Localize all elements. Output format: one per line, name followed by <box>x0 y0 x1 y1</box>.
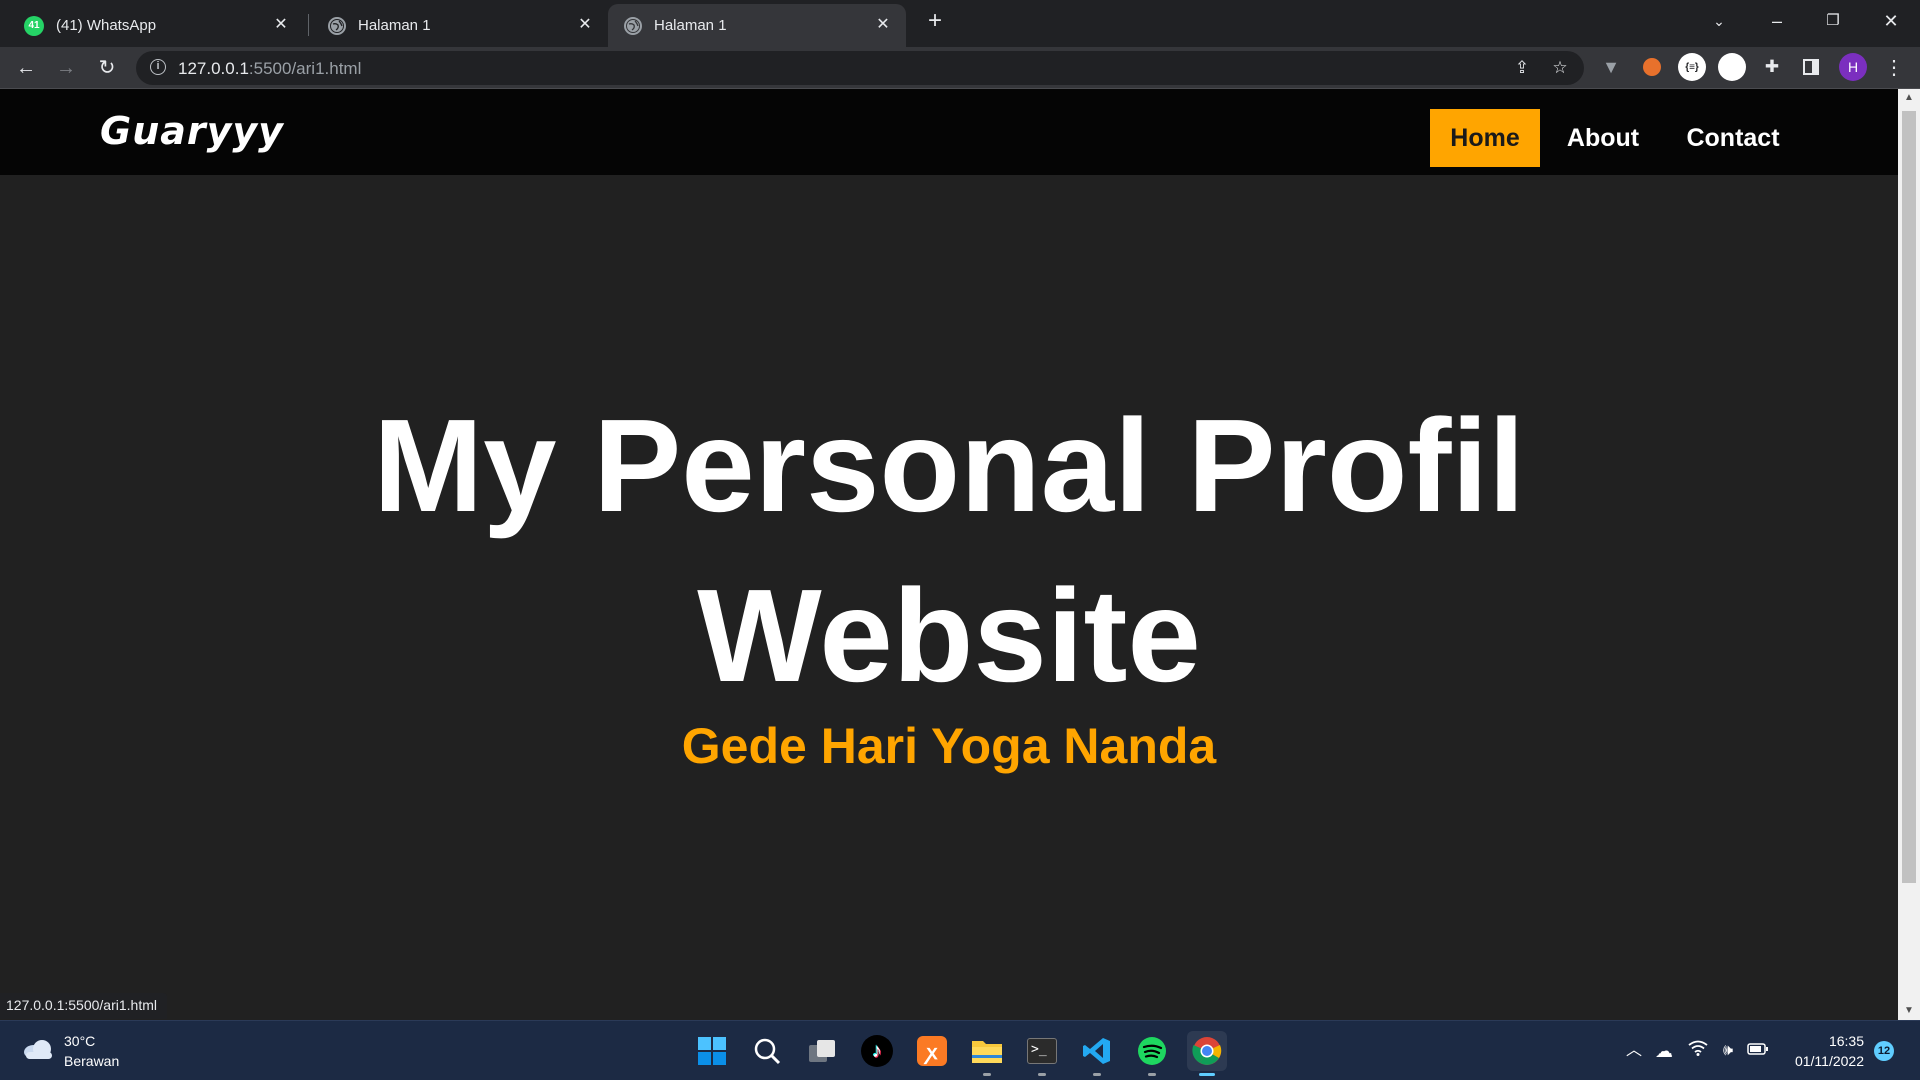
extensions-puzzle-icon[interactable]: ✚ <box>1758 53 1786 81</box>
xampp-icon[interactable]: ꭗ <box>912 1031 952 1071</box>
wifi-icon[interactable] <box>1686 1039 1710 1063</box>
site-info-icon[interactable]: i <box>150 59 166 75</box>
spotify-icon[interactable] <box>1132 1031 1172 1076</box>
close-window-icon[interactable]: ✕ <box>1876 8 1906 34</box>
chevron-up-icon[interactable]: ︿ <box>1622 1039 1646 1063</box>
restore-icon[interactable]: ❐ <box>1818 8 1848 34</box>
cloud-icon[interactable] <box>22 1038 54 1060</box>
notification-badge[interactable]: 12 <box>1874 1041 1894 1061</box>
address-bar[interactable]: i 127.0.0.1:5500/ari1.html ⇪ ☆ <box>136 51 1584 85</box>
search-icon[interactable] <box>747 1031 787 1071</box>
volume-icon[interactable]: 🕪 <box>1716 1039 1740 1063</box>
hero-title-line-1: My Personal Profil <box>373 392 1525 539</box>
browser-toolbar: ← → ↻ i 127.0.0.1:5500/ari1.html ⇪ ☆ <box>0 47 1920 89</box>
globe-icon <box>328 16 346 35</box>
file-explorer-icon[interactable] <box>967 1031 1007 1076</box>
menu-kebab-icon[interactable]: ⋮ <box>1880 53 1908 81</box>
vscode-icon[interactable] <box>1077 1031 1117 1076</box>
weather-temperature[interactable]: 30°C <box>64 1033 95 1049</box>
vpn-extension-icon[interactable]: ▼ <box>1597 53 1625 81</box>
hero-title: My Personal Profil Website <box>0 381 1898 721</box>
url-host: 127.0.0.1 <box>178 59 249 78</box>
url-text[interactable]: 127.0.0.1:5500/ari1.html <box>178 59 361 79</box>
extension-orange-icon[interactable] <box>1638 53 1666 81</box>
nav-contact[interactable]: Contact <box>1668 109 1798 167</box>
bookmark-star-icon[interactable]: ☆ <box>1548 56 1572 80</box>
hero-title-line-2: Website <box>697 562 1201 709</box>
close-icon[interactable]: ✕ <box>272 16 290 34</box>
browser-tab-strip: 41 (41) WhatsApp ✕ Halaman 1 ✕ Halaman 1… <box>0 0 1920 47</box>
close-icon[interactable]: ✕ <box>874 16 892 34</box>
tab-search-icon[interactable]: ⌄ <box>1704 8 1734 34</box>
onedrive-cloud-icon[interactable]: ☁ <box>1652 1039 1676 1063</box>
scroll-thumb[interactable] <box>1902 111 1916 883</box>
chrome-icon[interactable] <box>1187 1031 1227 1076</box>
tab-whatsapp[interactable]: 41 (41) WhatsApp ✕ <box>8 4 304 47</box>
task-view-icon[interactable] <box>802 1031 842 1071</box>
windows-taskbar: 30°C Berawan ♪ ꭗ >_ ︿ ☁ 🕪 16:35 01/11/20… <box>0 1020 1920 1080</box>
close-icon[interactable]: ✕ <box>576 16 594 34</box>
reload-icon[interactable]: ↻ <box>93 54 121 82</box>
globe-icon <box>624 16 642 35</box>
tiktok-icon[interactable]: ♪ <box>857 1031 897 1071</box>
tab-divider <box>308 14 309 36</box>
web-page: Guaryyy Home About Contact My Personal P… <box>0 89 1898 1020</box>
clock-date[interactable]: 01/11/2022 <box>1785 1053 1864 1069</box>
extension-white-icon[interactable] <box>1718 53 1746 81</box>
scroll-down-icon[interactable]: ▼ <box>1898 1002 1920 1020</box>
back-icon[interactable]: ← <box>12 54 40 82</box>
profile-avatar[interactable]: H <box>1839 53 1867 81</box>
terminal-icon[interactable]: >_ <box>1022 1031 1062 1076</box>
tab-label: Halaman 1 <box>654 17 727 34</box>
minimize-icon[interactable]: – <box>1762 8 1792 34</box>
whatsapp-icon: 41 <box>24 15 44 36</box>
brand-logo[interactable]: Guaryyy <box>100 109 284 153</box>
site-header: Guaryyy Home About Contact <box>0 89 1898 175</box>
tab-label: (41) WhatsApp <box>56 17 157 34</box>
nav-about[interactable]: About <box>1548 109 1658 167</box>
clock-time[interactable]: 16:35 <box>1826 1033 1864 1049</box>
weather-description[interactable]: Berawan <box>64 1053 119 1069</box>
page-scrollbar[interactable]: ▲ ▼ <box>1898 89 1920 1020</box>
scroll-up-icon[interactable]: ▲ <box>1898 89 1920 107</box>
url-path: :5500/ari1.html <box>248 59 362 78</box>
tab-halaman-1[interactable]: Halaman 1 ✕ <box>312 4 608 47</box>
side-panel-icon[interactable] <box>1797 53 1825 81</box>
forward-icon[interactable]: → <box>52 54 80 82</box>
windows-start-icon[interactable] <box>692 1031 732 1071</box>
share-icon[interactable]: ⇪ <box>1510 56 1534 80</box>
json-extension-icon[interactable]: {≡} <box>1678 53 1706 81</box>
nav-home[interactable]: Home <box>1430 109 1540 167</box>
new-tab-button[interactable]: + <box>920 8 950 34</box>
tab-halaman-1-active[interactable]: Halaman 1 ✕ <box>608 4 906 47</box>
status-url-bubble: 127.0.0.1:5500/ari1.html <box>0 993 167 1019</box>
tab-label: Halaman 1 <box>358 17 431 34</box>
hero-subtitle: Gede Hari Yoga Nanda <box>681 718 1217 774</box>
battery-icon[interactable] <box>1746 1039 1770 1063</box>
